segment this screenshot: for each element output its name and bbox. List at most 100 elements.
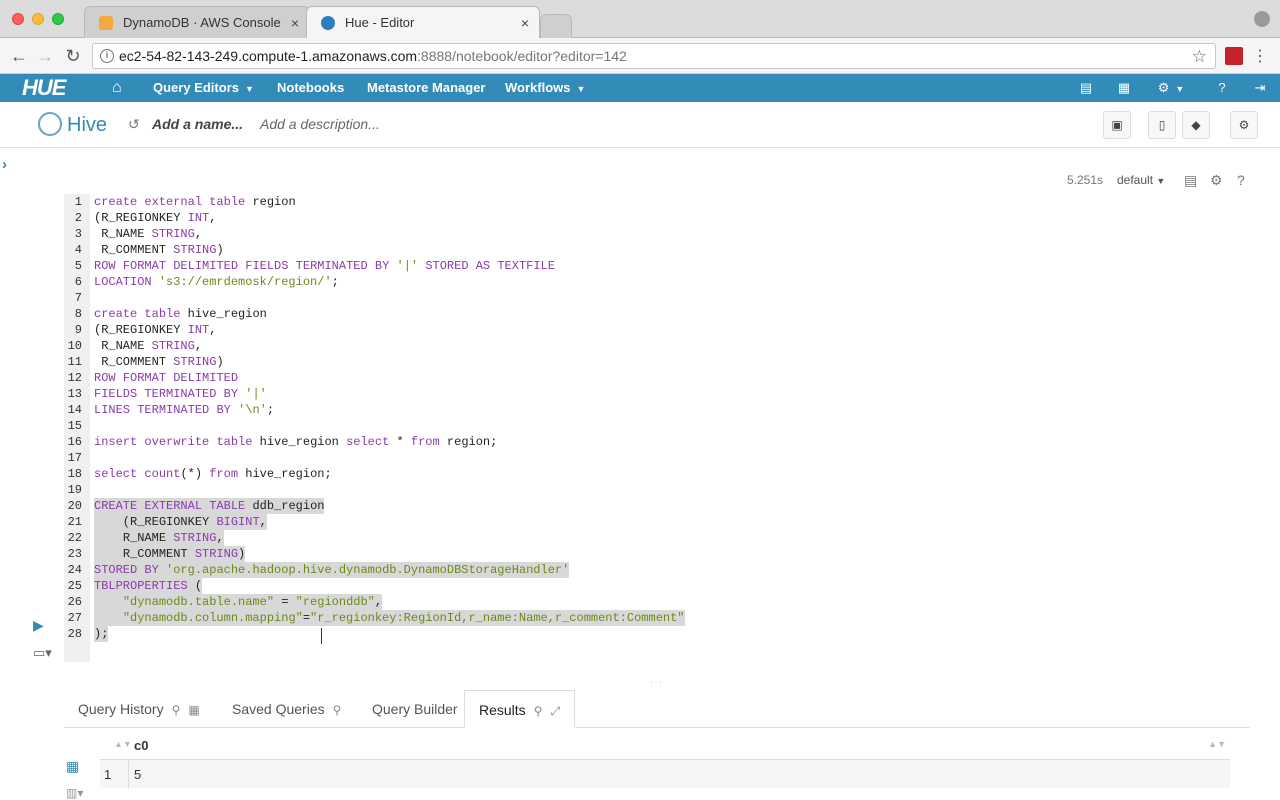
history-icon[interactable]: ↺ [128, 116, 140, 133]
code-line[interactable]: 4 R_COMMENT STRING) [64, 242, 1250, 258]
nav-query-editors[interactable]: Query Editors ▼ [153, 74, 254, 103]
code-line[interactable]: 17 [64, 450, 1250, 466]
close-tab-icon[interactable]: × [291, 7, 299, 39]
tab-results[interactable]: Results ⚲ ⤢ [464, 690, 576, 728]
database-selector[interactable]: default ▼ [1117, 173, 1165, 187]
browser-tab-hue-editor[interactable]: Hue - Editor × [306, 6, 540, 38]
code-line[interactable]: 2 (R_REGIONKEY INT, [64, 210, 1250, 226]
save-icon[interactable]: ▣ [1103, 111, 1131, 139]
admin-gears-icon[interactable]: ⚙ ▼ [1154, 80, 1188, 96]
nav-metastore-manager[interactable]: Metastore Manager [367, 74, 485, 102]
query-description-field[interactable]: Add a description... [260, 116, 380, 132]
search-icon[interactable]: ⚲ [333, 703, 342, 717]
code-line[interactable]: 28); [64, 626, 1250, 642]
browser-tab-dynamodb[interactable]: DynamoDB · AWS Console × [84, 6, 310, 38]
run-query-play-icon[interactable]: ▶ [33, 617, 44, 634]
code-line[interactable]: 7 [64, 290, 1250, 306]
table-icon[interactable]: ▦ [1116, 80, 1132, 96]
code-line[interactable]: 6 LOCATION 's3://emrdemosk/region/'; [64, 274, 1250, 290]
tab-query-history[interactable]: Query History ⚲ ▦ [78, 690, 200, 728]
hue-logo[interactable]: HUE [22, 77, 66, 99]
code-line[interactable]: 22 R_NAME STRING, [64, 530, 1250, 546]
column-header[interactable]: c0 [134, 738, 148, 753]
code-line[interactable]: 25 TBLPROPERTIES ( [64, 578, 1250, 594]
code-line[interactable]: 5 ROW FORMAT DELIMITED FIELDS TERMINATED … [64, 258, 1250, 274]
line-number: 12 [67, 371, 82, 385]
chart-view-icon[interactable]: ▥▾ [66, 786, 83, 800]
forward-arrow-icon[interactable]: → [34, 45, 56, 67]
code-line[interactable]: 10 R_NAME STRING, [64, 338, 1250, 354]
code-line[interactable]: 19 [64, 482, 1250, 498]
table-row[interactable]: 1 5 [100, 760, 1230, 788]
line-number: 24 [67, 563, 82, 577]
new-tab-button[interactable] [540, 14, 572, 38]
nav-workflows[interactable]: Workflows ▼ [505, 74, 585, 103]
line-number: 3 [74, 227, 82, 241]
bookmark-star-icon[interactable]: ☆ [1192, 45, 1207, 69]
search-icon[interactable]: ⚲ [172, 703, 181, 717]
document-icon[interactable]: ▤ [1078, 80, 1094, 96]
nav-notebooks[interactable]: Notebooks [277, 74, 344, 102]
code-editor[interactable]: 1 create external table region 2 (R_REGIONK… [64, 194, 1250, 642]
browser-menu-icon[interactable]: ⋮ [1252, 46, 1268, 66]
sort-icon[interactable]: ▲▼ [1208, 739, 1226, 749]
sort-icon[interactable]: ▲▼ [114, 739, 132, 749]
new-document-icon[interactable]: ▯ [1148, 111, 1176, 139]
bottom-tabs: Query History ⚲ ▦ Saved Queries ⚲ Query Bui… [64, 690, 1250, 728]
tab-query-builder[interactable]: Query Builder [372, 690, 458, 728]
line-number: 10 [67, 339, 82, 353]
zoom-window-button[interactable] [52, 13, 64, 25]
grid-view-icon[interactable]: ▦ [66, 758, 79, 775]
back-arrow-icon[interactable]: ← [8, 45, 30, 67]
line-number: 25 [67, 579, 82, 593]
line-number: 9 [74, 323, 82, 337]
panel-resize-handle[interactable]: ··· [650, 677, 663, 688]
code-line[interactable]: 11 R_COMMENT STRING) [64, 354, 1250, 370]
code-line[interactable]: 16 insert overwrite table hive_region sel… [64, 434, 1250, 450]
tab-saved-queries[interactable]: Saved Queries ⚲ [232, 690, 341, 728]
close-window-button[interactable] [12, 13, 24, 25]
sign-out-icon[interactable]: ⇥ [1252, 80, 1268, 96]
code-line[interactable]: 15 [64, 418, 1250, 434]
pdf-extension-icon[interactable] [1225, 47, 1243, 65]
info-icon[interactable]: i [100, 49, 114, 63]
url-host: ec2-54-82-143-249.compute-1.amazonaws.co… [119, 48, 418, 64]
code-line[interactable]: 20 CREATE EXTERNAL TABLE ddb_region [64, 498, 1250, 514]
expand-icon[interactable]: ⤢ [550, 704, 560, 718]
code-line[interactable]: 13 FIELDS TERMINATED BY '|' [64, 386, 1250, 402]
code-line[interactable]: 14 LINES TERMINATED BY '\n'; [64, 402, 1250, 418]
help-icon[interactable]: ? [1214, 80, 1230, 96]
line-number: 1 [74, 195, 82, 209]
code-line[interactable]: 9 (R_REGIONKEY INT, [64, 322, 1250, 338]
code-text: TBLPROPERTIES ( [94, 578, 203, 594]
snippet-type-book-icon[interactable]: ▭▾ [33, 645, 52, 661]
code-line[interactable]: 3 R_NAME STRING, [64, 226, 1250, 242]
code-line[interactable]: 27 "dynamodb.column.mapping"="r_regionke… [64, 610, 1250, 626]
calendar-icon[interactable]: ▦ [188, 703, 199, 717]
query-name-field[interactable]: Add a name... [152, 116, 243, 132]
code-line[interactable]: 18 select count(*) from hive_region; [64, 466, 1250, 482]
code-line[interactable]: 26 "dynamodb.table.name" = "regionddb", [64, 594, 1250, 610]
expand-sidebar-chevron-icon[interactable]: › [2, 156, 7, 173]
settings-icon[interactable]: ⚙ [1230, 111, 1258, 139]
reload-icon[interactable]: ↻ [62, 45, 84, 67]
address-bar-row: ← → ↻ i ec2-54-82-143-249.compute-1.amaz… [0, 38, 1280, 74]
format-icon[interactable]: ▤ [1184, 172, 1197, 189]
snippet-help-icon[interactable]: ? [1237, 172, 1245, 188]
close-tab-icon[interactable]: × [521, 7, 529, 39]
snippet-settings-icon[interactable]: ⚙ [1210, 172, 1223, 189]
code-line[interactable]: 23 R_COMMENT STRING) [64, 546, 1250, 562]
results-table: ▲▼ c0 ▲▼ 1 5 [100, 732, 1230, 788]
code-line[interactable]: 12 ROW FORMAT DELIMITED [64, 370, 1250, 386]
code-line[interactable]: 21 (R_REGIONKEY BIGINT, [64, 514, 1250, 530]
tags-icon[interactable]: ◆ [1182, 111, 1210, 139]
minimize-window-button[interactable] [32, 13, 44, 25]
code-line[interactable]: 8 create table hive_region [64, 306, 1250, 322]
line-number: 22 [67, 531, 82, 545]
url-field[interactable]: i ec2-54-82-143-249.compute-1.amazonaws.… [92, 43, 1216, 69]
code-line[interactable]: 24 STORED BY 'org.apache.hadoop.hive.dyna… [64, 562, 1250, 578]
profile-icon[interactable] [1254, 11, 1270, 27]
search-icon[interactable]: ⚲ [534, 704, 543, 718]
code-line[interactable]: 1 create external table region [64, 194, 1250, 210]
home-icon[interactable]: ⌂ [112, 74, 122, 102]
